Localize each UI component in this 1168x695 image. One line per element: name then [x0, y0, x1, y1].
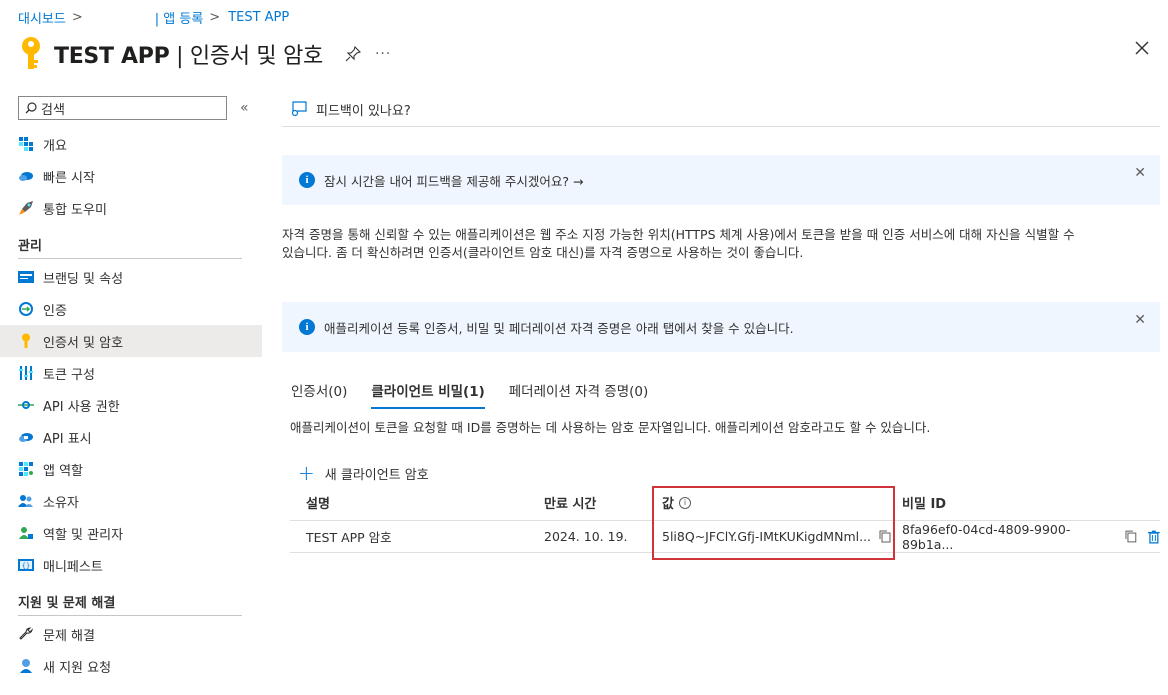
sidebar-item-overview[interactable]: 개요 [0, 128, 262, 160]
sidebar-search-input[interactable]: 검색 [18, 96, 227, 120]
new-client-secret-button[interactable]: + 새 클라이언트 암호 [298, 463, 1160, 483]
sidebar-item-token-configuration[interactable]: 토큰 구성 [0, 357, 262, 389]
branding-icon [18, 269, 34, 285]
sidebar-item-authentication[interactable]: 인증 [0, 293, 262, 325]
sidebar-item-certificates-secrets[interactable]: 인증서 및 암호 [0, 325, 262, 357]
divider [282, 126, 1160, 127]
sidebar-item-owners[interactable]: 소유자 [0, 485, 262, 517]
key-icon [22, 37, 40, 69]
column-header-description: 설명 [306, 497, 330, 512]
table-header: 설명 만료 시간 값i 비밀 ID [290, 485, 1160, 521]
sidebar-item-manifest[interactable]: {} 매니페스트 [0, 549, 262, 581]
roles-admin-icon [18, 525, 34, 541]
section-support: 지원 및 문제 해결 [18, 596, 116, 611]
sidebar-item-expose-api[interactable]: API 표시 [0, 421, 262, 453]
sidebar-item-app-roles[interactable]: 앱 역할 [0, 453, 262, 485]
column-header-secret-id: 비밀 ID [902, 497, 947, 512]
info-banner: i 애플리케이션 등록 인증서, 비밀 및 페더레이션 자격 증명은 아래 탭에… [282, 302, 1160, 352]
secret-description: TEST APP 암호 [306, 530, 392, 545]
sidebar-item-branding[interactable]: 브랜딩 및 속성 [0, 261, 262, 293]
page-header: TEST APP | 인증서 및 암호 ··· [18, 36, 391, 72]
search-icon [25, 102, 37, 114]
wrench-icon [18, 626, 34, 642]
breadcrumb-dashboard[interactable]: 대시보드 [18, 8, 66, 27]
sidebar-nav: 개요 빠른 시작 통합 도우미 관리 브랜딩 및 속성 인증 인증서 및 암호 … [0, 128, 262, 682]
feedback-banner-link[interactable]: 잠시 시간을 내어 피드백을 제공해 주시겠어요? → [324, 171, 583, 190]
breadcrumb-app-registrations[interactable]: | 앱 등록 [155, 8, 204, 27]
auth-icon [18, 301, 34, 317]
sidebar-item-integration-assistant[interactable]: 통합 도우미 [0, 192, 262, 224]
rocket-icon [18, 200, 34, 216]
feedback-icon [291, 101, 307, 117]
token-icon [18, 365, 34, 381]
page-title: TEST APP | 인증서 및 암호 [54, 44, 323, 69]
owners-icon [18, 493, 34, 509]
manifest-icon: {} [18, 557, 34, 573]
secrets-table: 설명 만료 시간 값i 비밀 ID TEST APP 암호 2024. 10. … [290, 485, 1160, 553]
sidebar-item-new-support-request[interactable]: 새 지원 요청 [0, 650, 262, 682]
feedback-button[interactable]: 피드백이 있나요? [282, 96, 1160, 122]
divider [18, 615, 242, 616]
description: 자격 증명을 통해 신뢰할 수 있는 애플리케이션은 웹 주소 지정 가능한 위… [282, 227, 1075, 260]
tab-client-secrets[interactable]: 클라이언트 비밀(1) [371, 380, 485, 409]
credential-tabs: 인증서(0) 클라이언트 비밀(1) 페더레이션 자격 증명(0) [291, 380, 1160, 409]
section-manage: 관리 [18, 239, 42, 254]
svg-text:{}: {} [22, 562, 30, 570]
breadcrumb-separator: > [209, 10, 221, 25]
feedback-banner: i 잠시 시간을 내어 피드백을 제공해 주시겠어요? → ✕ [282, 155, 1160, 205]
sidebar: 검색 « 개요 빠른 시작 통합 도우미 관리 브랜딩 및 속성 인증 인증서 … [0, 96, 262, 682]
sidebar-item-quickstart[interactable]: 빠른 시작 [0, 160, 262, 192]
secret-expires: 2024. 10. 19. [544, 529, 628, 544]
secret-value-cell: 5li8Q~JFClY.Gfj-IMtKUKigdMNml... [646, 529, 894, 544]
column-header-expires: 만료 시간 [544, 497, 597, 512]
close-icon[interactable] [1134, 40, 1150, 56]
plus-icon: + [298, 461, 315, 485]
banner-close-icon[interactable]: ✕ [1134, 312, 1146, 328]
trash-icon[interactable] [1148, 530, 1160, 544]
sidebar-item-api-permissions[interactable]: API 사용 권한 [0, 389, 262, 421]
api-permission-icon [18, 397, 34, 413]
sidebar-item-roles-administrators[interactable]: 역할 및 관리자 [0, 517, 262, 549]
tab-description: 애플리케이션이 토큰을 요청할 때 ID를 증명하는 데 사용하는 암호 문자열… [290, 420, 931, 435]
divider [18, 258, 242, 259]
overview-icon [18, 136, 34, 152]
collapse-sidebar-button[interactable]: « [240, 100, 249, 116]
main-content: 피드백이 있나요? i 잠시 시간을 내어 피드백을 제공해 주시겠어요? → … [282, 96, 1160, 553]
info-icon[interactable]: i [678, 496, 691, 509]
sidebar-item-troubleshooting[interactable]: 문제 해결 [0, 618, 262, 650]
more-options-button[interactable]: ··· [375, 46, 391, 62]
tab-federated-credentials[interactable]: 페더레이션 자격 증명(0) [509, 380, 649, 409]
copy-icon[interactable] [879, 530, 892, 543]
tab-certificates[interactable]: 인증서(0) [291, 380, 347, 409]
banner-close-icon[interactable]: ✕ [1134, 165, 1146, 181]
copy-icon[interactable] [1125, 530, 1138, 543]
api-expose-icon [18, 429, 34, 445]
secret-id-cell: 8fa96ef0-04cd-4809-9900-89b1a... [894, 522, 1160, 552]
secret-value: 5li8Q~JFClY.Gfj-IMtKUKigdMNml... [662, 529, 872, 544]
breadcrumb-separator: > [71, 10, 83, 25]
info-icon: i [299, 172, 315, 188]
cloud-icon [18, 168, 34, 184]
table-row: TEST APP 암호 2024. 10. 19. 5li8Q~JFClY.Gf… [290, 521, 1160, 553]
pin-icon[interactable] [345, 46, 361, 62]
breadcrumb: 대시보드 > | 앱 등록 > TEST APP [18, 8, 289, 27]
support-request-icon [18, 658, 34, 674]
column-header-value: 값i [646, 493, 894, 512]
key-icon [18, 333, 34, 349]
secret-id: 8fa96ef0-04cd-4809-9900-89b1a... [902, 521, 1071, 552]
app-roles-icon [18, 461, 34, 477]
breadcrumb-test-app[interactable]: TEST APP [228, 10, 289, 25]
info-icon: i [299, 319, 315, 335]
